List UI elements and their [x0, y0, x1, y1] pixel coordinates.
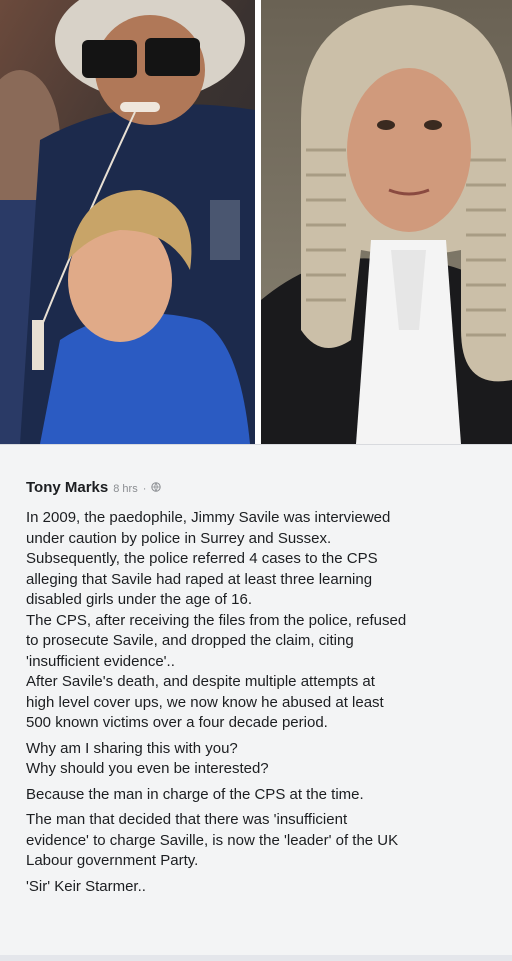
author-name[interactable]: Tony Marks: [26, 479, 108, 496]
post-time[interactable]: 8 hrs: [113, 483, 137, 495]
photo-right[interactable]: [261, 0, 512, 444]
photo-left-image: [0, 0, 255, 444]
bottom-divider: [0, 955, 512, 961]
post-paragraph: 'Sir' Keir Starmer..: [26, 877, 146, 895]
photo-right-image: [261, 0, 512, 444]
post-paragraph: The man that decided that there was 'ins…: [26, 811, 399, 869]
globe-icon: [151, 479, 162, 492]
post-body: In 2009, the paedophile, Jimmy Savile wa…: [26, 508, 496, 897]
post-header: Tony Marks 8 hrs ·: [26, 479, 496, 496]
post-paragraph: In 2009, the paedophile, Jimmy Savile wa…: [26, 509, 407, 731]
photo-left[interactable]: [0, 0, 255, 444]
post-paragraph: Why am I sharing this with you? Why shou…: [26, 739, 269, 778]
photo-collage: [0, 0, 512, 444]
post-paragraph: Because the man in charge of the CPS at …: [26, 785, 364, 803]
facebook-post: Tony Marks 8 hrs · In 2009, the paedophi…: [0, 444, 512, 961]
separator-dot: ·: [142, 483, 147, 495]
